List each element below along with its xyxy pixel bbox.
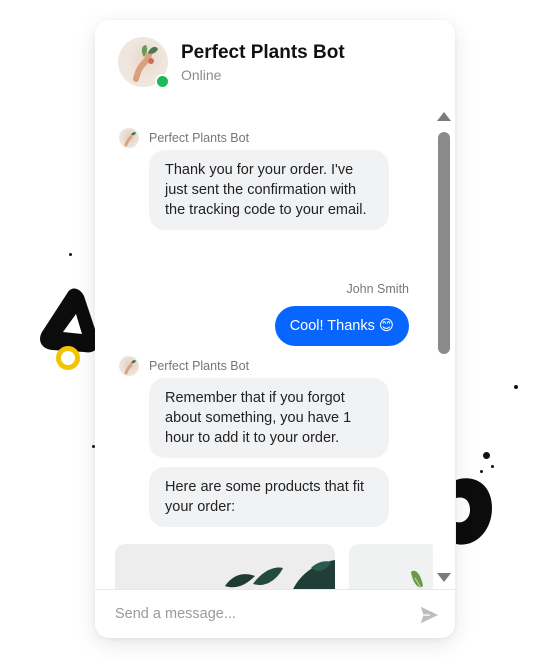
- sender-name: John Smith: [346, 282, 409, 296]
- product-card[interactable]: [115, 544, 335, 589]
- message-sender-row: Perfect Plants Bot: [119, 128, 249, 148]
- bot-avatar-small: [119, 128, 139, 148]
- product-card[interactable]: [349, 544, 433, 589]
- chat-window: Perfect Plants Bot Online Perfect Plants…: [95, 20, 455, 638]
- dot-decoration: [480, 470, 483, 473]
- message-input[interactable]: [115, 602, 405, 626]
- send-button[interactable]: [418, 604, 440, 626]
- product-image: [411, 570, 423, 589]
- sender-name: Perfect Plants Bot: [149, 131, 250, 145]
- dot-decoration: [483, 452, 490, 459]
- scrollbar[interactable]: [433, 106, 455, 589]
- online-status-dot: [155, 74, 170, 89]
- hand-plant-icon: [124, 359, 136, 375]
- dot-decoration: [514, 385, 518, 389]
- message-sender-row: Perfect Plants Bot: [119, 356, 249, 376]
- bot-message-bubble: Remember that if you forgot about someth…: [149, 378, 389, 458]
- user-message-bubble: Cool! Thanks 😊: [274, 306, 409, 346]
- bot-message-bubble: Here are some products that fit your ord…: [149, 467, 389, 527]
- page-stage: Perfect Plants Bot Online Perfect Plants…: [0, 0, 547, 667]
- product-image: [225, 560, 335, 589]
- triangle-decoration: [40, 288, 99, 370]
- dot-decoration: [69, 253, 72, 256]
- bot-message-bubble: Thank you for your order. I've just sent…: [149, 150, 389, 230]
- dot-decoration: [491, 465, 494, 468]
- chat-header: Perfect Plants Bot Online: [95, 20, 455, 107]
- ring-decoration: [456, 478, 492, 545]
- scrollbar-thumb[interactable]: [438, 132, 450, 354]
- sender-name: Perfect Plants Bot: [149, 359, 250, 373]
- message-composer: [95, 589, 455, 638]
- scroll-down-arrow-icon[interactable]: [437, 573, 451, 582]
- scroll-up-arrow-icon[interactable]: [437, 112, 451, 121]
- hand-plant-icon: [124, 131, 136, 147]
- message-list: Perfect Plants Bot Thank you for your or…: [95, 106, 433, 589]
- bot-name: Perfect Plants Bot: [181, 42, 345, 63]
- bot-avatar-small: [119, 356, 139, 376]
- bot-status: Online: [181, 67, 222, 83]
- send-icon: [420, 606, 439, 624]
